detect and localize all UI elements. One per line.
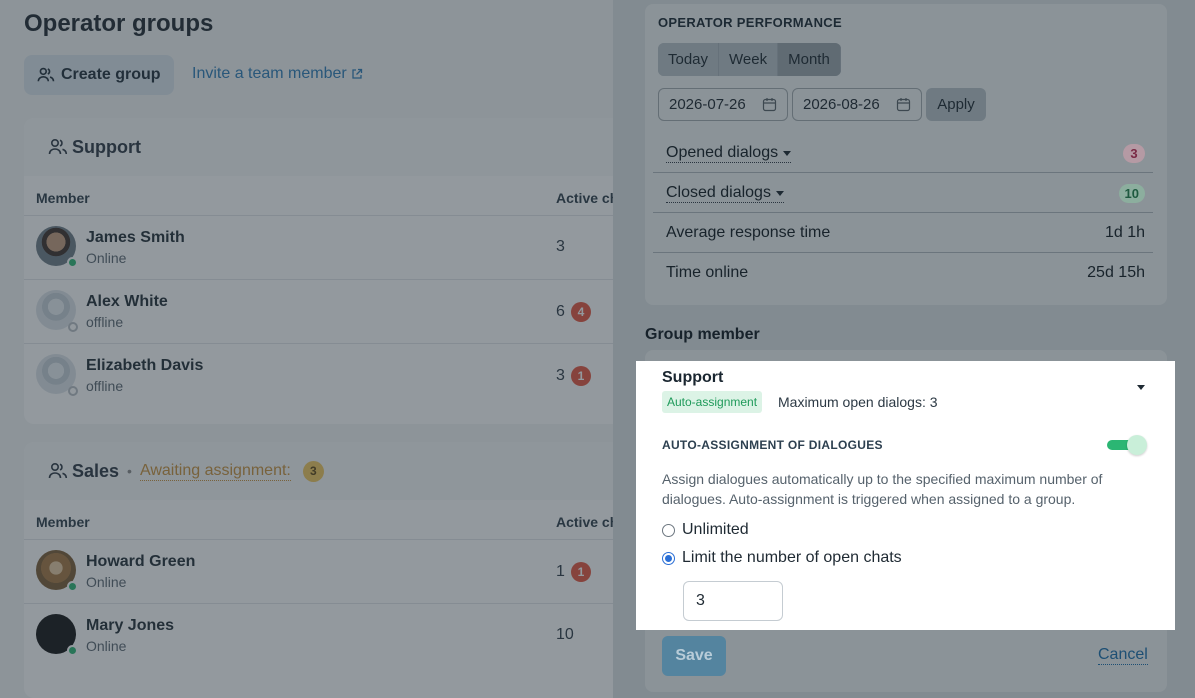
stat-opened-dialogs: Opened dialogs 3 — [653, 133, 1153, 173]
closed-label: Closed dialogs — [666, 184, 771, 201]
radio-button-checked[interactable] — [662, 551, 675, 565]
group-membership-card: Support Auto-assignment Maximum open dia… — [636, 361, 1175, 630]
group-member-title: Group member — [645, 326, 760, 343]
membership-group-name: Support — [662, 369, 724, 386]
auto-assignment-description: Assign dialogues automatically up to the… — [662, 471, 1103, 507]
avg-value: 1d 1h — [1104, 224, 1145, 241]
closed-dialogs-dropdown[interactable]: Closed dialogs — [666, 184, 784, 203]
collapse-caret-icon[interactable] — [1137, 385, 1145, 390]
avg-label: Average response time — [666, 224, 831, 241]
calendar-icon — [896, 98, 911, 112]
operator-side-panel: OPERATOR PERFORMANCE Today Week Month 20… — [613, 0, 1195, 698]
auto-assignment-toggle[interactable] — [1107, 434, 1147, 456]
limit-open-chats-input[interactable] — [683, 581, 783, 621]
date-from-field[interactable]: 2026-07-26 — [658, 88, 788, 121]
closed-count-badge: 10 — [1118, 184, 1145, 203]
calendar-icon — [762, 98, 777, 112]
period-tabs: Today Week Month — [658, 43, 841, 76]
apply-button[interactable]: Apply — [926, 88, 986, 121]
performance-title: OPERATOR PERFORMANCE — [658, 15, 842, 30]
cancel-link[interactable]: Cancel — [1098, 646, 1148, 665]
save-button[interactable]: Save — [662, 636, 726, 676]
auto-assignment-badge: Auto-assignment — [662, 391, 763, 413]
online-label: Time online — [666, 264, 749, 281]
date-from-value: 2026-07-26 — [669, 96, 746, 113]
opened-label: Opened dialogs — [666, 144, 779, 161]
caret-down-icon — [775, 190, 784, 196]
caret-down-icon — [783, 150, 792, 156]
tab-today[interactable]: Today — [658, 43, 720, 76]
performance-card: OPERATOR PERFORMANCE Today Week Month 20… — [645, 4, 1167, 305]
radio-unlimited[interactable]: Unlimited — [662, 521, 749, 539]
stat-closed-dialogs: Closed dialogs 10 — [653, 173, 1153, 213]
opened-dialogs-dropdown[interactable]: Opened dialogs — [666, 144, 792, 163]
radio-unlimited-label: Unlimited — [682, 521, 749, 538]
stat-average-response: Average response time 1d 1h — [653, 213, 1153, 253]
tab-month[interactable]: Month — [778, 43, 841, 76]
tab-week[interactable]: Week — [719, 43, 779, 76]
radio-button[interactable] — [662, 523, 675, 537]
toggle-knob — [1127, 435, 1147, 455]
date-to-field[interactable]: 2026-08-26 — [792, 88, 922, 121]
max-open-dialogs: Maximum open dialogs: 3 — [778, 394, 938, 410]
stat-time-online: Time online 25d 15h — [653, 253, 1153, 293]
opened-count-badge: 3 — [1123, 144, 1145, 163]
radio-limit[interactable]: Limit the number of open chats — [662, 549, 902, 567]
radio-limit-label: Limit the number of open chats — [682, 549, 902, 566]
date-to-value: 2026-08-26 — [803, 96, 880, 113]
online-value: 25d 15h — [1087, 264, 1145, 281]
auto-assignment-heading: AUTO-ASSIGNMENT OF DIALOGUES — [662, 438, 883, 452]
